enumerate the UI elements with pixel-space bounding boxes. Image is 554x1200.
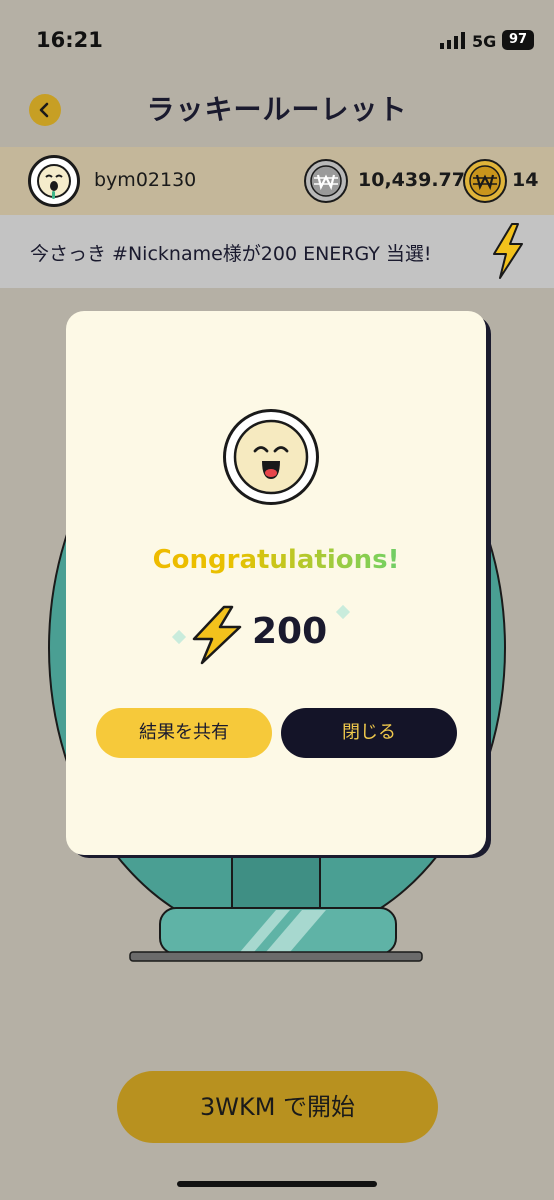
lightning-icon <box>192 605 242 665</box>
avatar[interactable] <box>28 155 80 207</box>
back-button[interactable] <box>29 94 61 126</box>
ticker-text: 今さっき #Nickname様が200 ENERGY 当選! <box>30 243 432 265</box>
reward-amount: 200 <box>252 611 328 652</box>
sparkle-icon <box>335 604 351 620</box>
gold-coin-icon <box>463 159 507 203</box>
smiley-avatar-icon <box>37 164 71 199</box>
username: bym02130 <box>94 169 197 191</box>
network-type: 5G <box>472 32 497 51</box>
ticket-count: 14 <box>512 169 539 191</box>
silver-coin-icon <box>304 159 348 203</box>
share-result-button[interactable]: 結果を共有 <box>96 708 272 758</box>
modal-avatar <box>223 409 319 505</box>
home-indicator <box>177 1181 377 1187</box>
signal-icon <box>440 32 465 49</box>
lightning-icon <box>493 223 523 279</box>
modal-title: Congratulations! <box>66 545 486 575</box>
result-modal: Congratulations! 200 結果を共有 閉じる <box>66 311 486 855</box>
page-title: ラッキールーレット <box>146 93 408 126</box>
back-chevron-icon <box>39 102 49 118</box>
winner-ticker: 今さっき #Nickname様が200 ENERGY 当選! <box>0 215 554 288</box>
sparkle-icon <box>171 629 187 645</box>
user-bar: bym02130 10,439.77 14 <box>0 147 554 215</box>
battery-icon: 97 <box>502 30 534 50</box>
close-button[interactable]: 閉じる <box>281 708 457 758</box>
smiley-avatar-icon <box>233 419 309 495</box>
coin-balance: 10,439.77 <box>358 169 465 191</box>
status-bar: 16:21 5G 97 <box>0 0 554 80</box>
status-time: 16:21 <box>36 28 103 52</box>
start-button[interactable]: 3WKM で開始 <box>117 1071 438 1143</box>
